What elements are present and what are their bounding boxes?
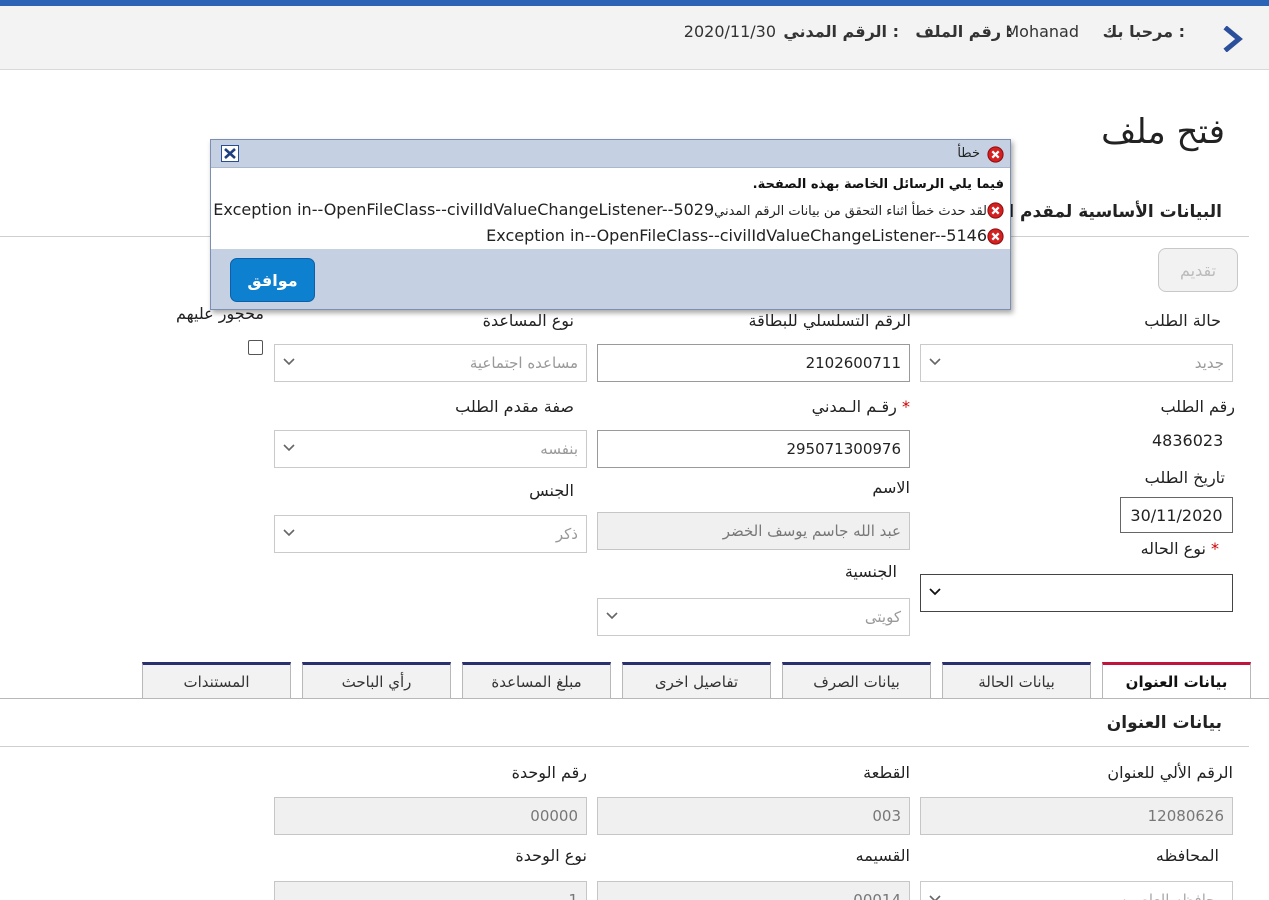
tab-address[interactable]: بيانات العنوان: [1102, 662, 1251, 699]
ok-button[interactable]: موافق: [230, 258, 315, 302]
dialog-header: خطأ: [211, 140, 1010, 168]
error-message-1: Exception in--OpenFileClass--civilIdValu…: [213, 200, 987, 219]
governorate-label: المحافظه: [1155, 846, 1219, 865]
aid-type-select[interactable]: مساعده اجتماعية: [274, 344, 587, 382]
error-icon: [987, 146, 1004, 163]
user-name: Mohanad: [1005, 22, 1079, 41]
nationality-select[interactable]: كويتى: [597, 598, 910, 636]
tab-disbursement[interactable]: بيانات الصرف: [782, 662, 931, 699]
header-date: 2020/11/30: [683, 22, 776, 41]
request-number-value: 4836023: [1152, 431, 1224, 450]
block-input[interactable]: 003: [597, 797, 910, 835]
page-title: فتح ملف: [1101, 112, 1225, 152]
error-icon: [987, 202, 1004, 219]
applicant-capacity-select[interactable]: بنفسه: [274, 430, 587, 468]
name-input[interactable]: عبد الله جاسم يوسف الخضر: [597, 512, 910, 550]
error-icon: [987, 228, 1004, 245]
address-auto-number-input[interactable]: 12080626: [920, 797, 1233, 835]
chevron-down-icon: [283, 444, 295, 452]
tab-underline: [0, 698, 1269, 699]
dialog-summary: فيما يلي الرسائل الخاصة بهذه الصفحة.: [752, 177, 1004, 192]
chevron-down-icon: [283, 529, 295, 537]
address-section-title: بيانات العنوان: [1106, 713, 1222, 733]
case-type-label: * نوع الحاله: [1140, 539, 1219, 558]
error-message-2: Exception in--OpenFileClass--civilIdValu…: [486, 226, 987, 245]
request-date-label: تاريخ الطلب: [1144, 468, 1225, 487]
request-date-input[interactable]: 30/11/2020: [1120, 497, 1233, 533]
header-bar: مرحبا بك : Mohanad رقم الملف : الرقم الم…: [0, 6, 1269, 70]
case-type-select[interactable]: [920, 574, 1233, 612]
gender-select[interactable]: ذكر: [274, 515, 587, 553]
tab-documents[interactable]: المستندات: [142, 662, 291, 699]
chevron-down-icon: [929, 895, 941, 900]
unit-type-label: نوع الوحدة: [515, 846, 587, 865]
dialog-title: خطأ: [957, 146, 980, 161]
close-icon[interactable]: [221, 145, 239, 162]
card-serial-label: الرقم التسلسلي للبطاقة: [748, 311, 911, 330]
request-number-label: رقم الطلب: [1160, 397, 1235, 416]
civil-id-input[interactable]: 295071300976: [597, 430, 910, 468]
card-serial-input[interactable]: 2102600711: [597, 344, 910, 382]
tab-bar: بيانات العنوان بيانات الحالة بيانات الصر…: [0, 662, 1269, 700]
address-divider: [0, 746, 1249, 747]
tab-case-data[interactable]: بيانات الحالة: [942, 662, 1091, 699]
unit-number-label: رقم الوحدة: [511, 763, 587, 782]
plot-label: القسيمه: [855, 846, 910, 865]
block-label: القطعة: [863, 763, 910, 782]
request-status-label: حالة الطلب: [1144, 311, 1221, 330]
error-message-1-text: لقد حدث خطأ اثناء التحقق من بيانات الرقم…: [714, 204, 987, 219]
submit-button[interactable]: تقديم: [1158, 248, 1238, 292]
tab-aid-amount[interactable]: مبلغ المساعدة: [462, 662, 611, 699]
error-message-1-code: Exception in--OpenFileClass--civilIdValu…: [213, 200, 715, 219]
request-status-select[interactable]: جديد: [920, 344, 1233, 382]
chevron-down-icon: [929, 358, 941, 366]
name-label: الاسم: [872, 478, 910, 497]
chevron-down-icon: [283, 358, 295, 366]
address-auto-number-label: الرقم الألي للعنوان: [1107, 763, 1233, 782]
dialog-footer: موافق: [211, 249, 1010, 309]
governorate-select[interactable]: محافظه العاصمه: [920, 881, 1233, 900]
applicant-capacity-label: صفة مقدم الطلب: [455, 397, 574, 416]
aid-type-label: نوع المساعدة: [482, 311, 574, 330]
nationality-label: الجنسية: [844, 562, 897, 581]
file-number-label: رقم الملف :: [915, 22, 1013, 41]
unit-number-input[interactable]: 00000: [274, 797, 587, 835]
unit-type-input[interactable]: 1: [274, 881, 587, 900]
tab-other-details[interactable]: تفاصيل اخرى: [622, 662, 771, 699]
chevron-down-icon: [606, 612, 618, 620]
civil-id-label: الرقم المدني :: [783, 22, 899, 41]
gender-label: الجنس: [529, 481, 574, 500]
chevron-down-icon: [929, 588, 941, 596]
interdicted-checkbox[interactable]: [248, 340, 263, 355]
civil-id-field-label: * رقـم الـمدني: [811, 397, 910, 416]
tab-researcher-opinion[interactable]: رأي الباحث: [302, 662, 451, 699]
welcome-label: مرحبا بك :: [1102, 22, 1185, 41]
error-dialog: خطأ فيما يلي الرسائل الخاصة بهذه الصفحة.…: [210, 139, 1011, 310]
chevron-right-icon[interactable]: [1223, 25, 1245, 53]
plot-input[interactable]: 00014: [597, 881, 910, 900]
